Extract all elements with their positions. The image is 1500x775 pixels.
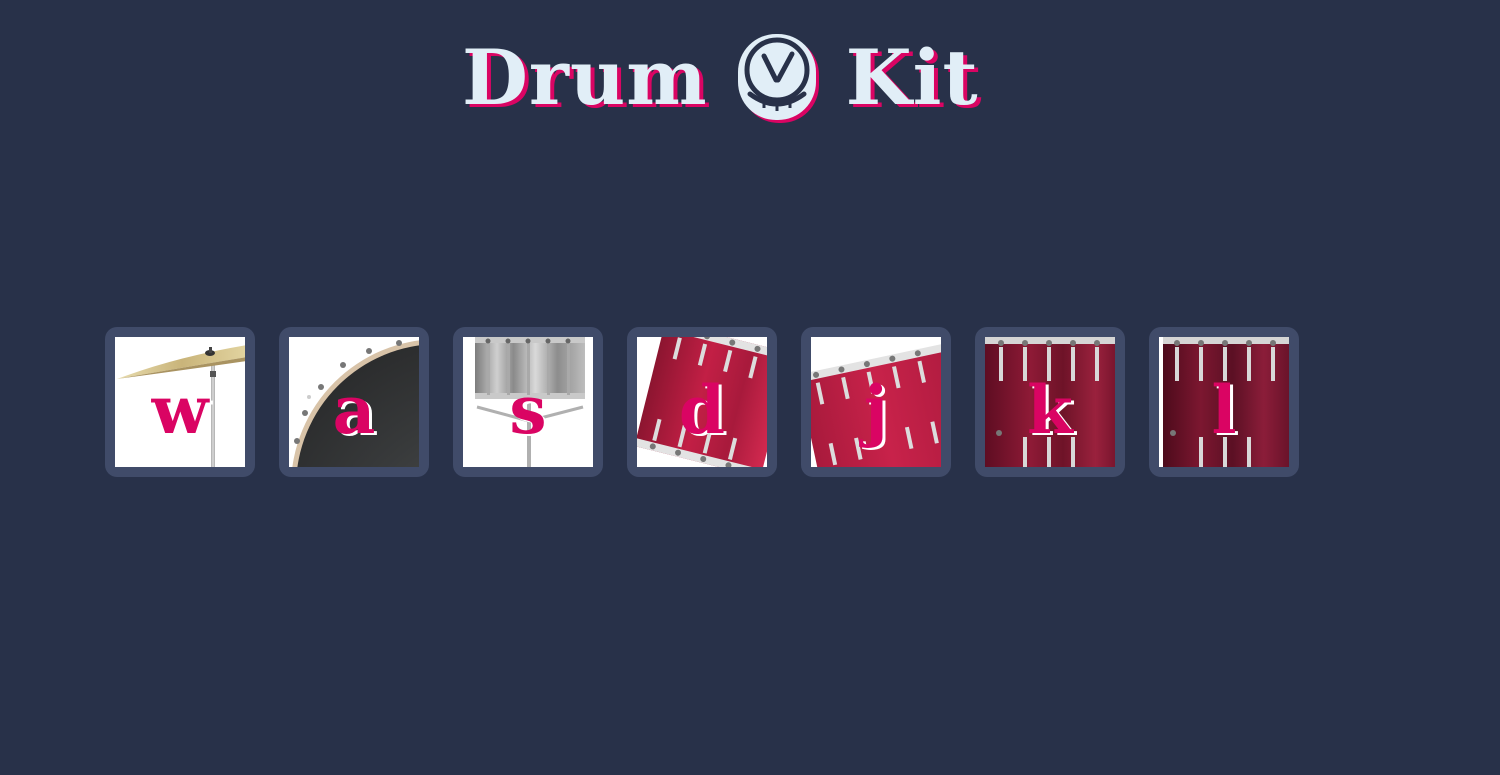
key-letter: w — [151, 371, 209, 449]
drum-key-a[interactable]: a — [279, 327, 429, 477]
key-letter: k — [1027, 371, 1073, 449]
drum-key-tile: a — [289, 337, 419, 467]
key-letter: l — [1211, 371, 1237, 449]
drum-key-tile: l — [1159, 337, 1289, 467]
key-letter: a — [332, 371, 376, 449]
drum-key-s[interactable]: s — [453, 327, 603, 477]
drum-face-icon — [737, 34, 819, 123]
key-letter: s — [509, 371, 547, 449]
drum-key-k[interactable]: k — [975, 327, 1125, 477]
drum-key-tile: d — [637, 337, 767, 467]
key-letter: d — [678, 371, 726, 449]
drum-key-tile: j — [811, 337, 941, 467]
drum-key-d[interactable]: d — [627, 327, 777, 477]
title-word-kit: Kit — [845, 32, 979, 122]
drum-key-j[interactable]: j — [801, 327, 951, 477]
drum-key-tile: k — [985, 337, 1115, 467]
drum-kit-page: Drum Kit w a s d j k l — [0, 0, 1500, 775]
drum-key-l[interactable]: l — [1149, 327, 1299, 477]
drum-keys: w a s d j k l — [105, 327, 1299, 477]
drum-key-tile: s — [463, 337, 593, 467]
title-word-drum: Drum — [462, 32, 708, 122]
page-title: Drum Kit — [462, 22, 979, 132]
key-letter: j — [864, 371, 888, 449]
drum-key-w[interactable]: w — [105, 327, 255, 477]
drum-key-tile: w — [115, 337, 245, 467]
